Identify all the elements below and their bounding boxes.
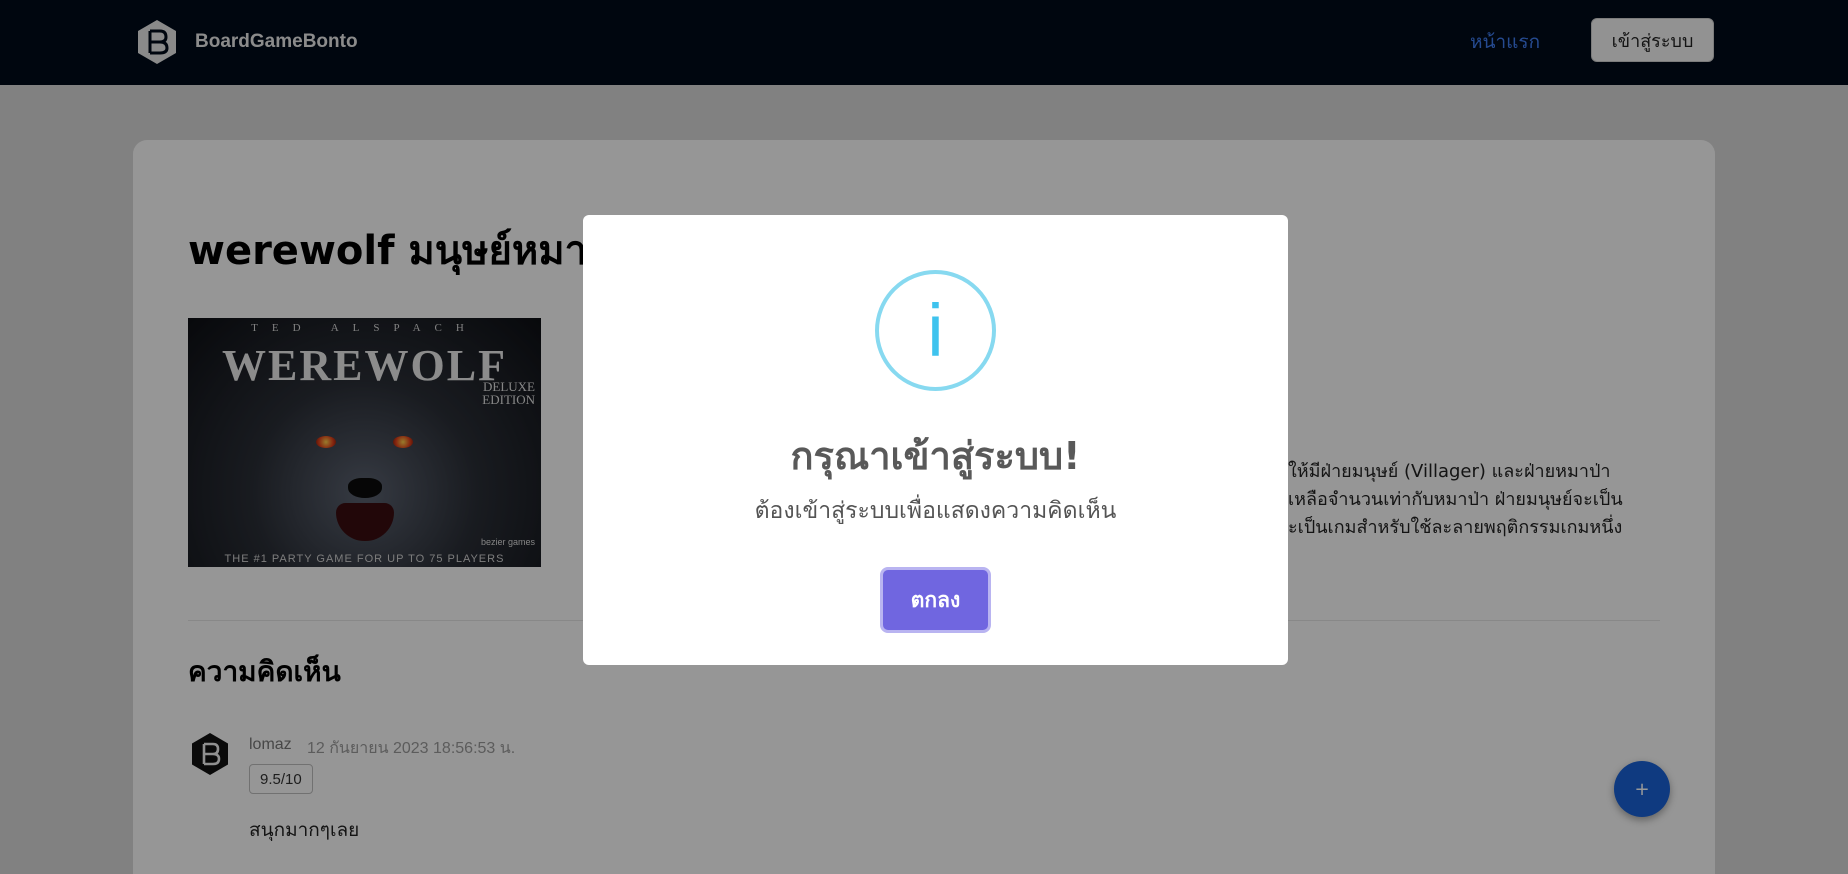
info-icon: i xyxy=(875,270,996,391)
dialog-title: กรุณาเข้าสู่ระบบ! xyxy=(790,434,1081,478)
login-required-dialog: i กรุณาเข้าสู่ระบบ! ต้องเข้าสู่ระบบเพื่อ… xyxy=(583,215,1288,665)
dialog-message: ต้องเข้าสู่ระบบเพื่อแสดงความคิดเห็น xyxy=(754,498,1117,524)
ok-button[interactable]: ตกลง xyxy=(880,567,991,633)
info-glyph: i xyxy=(927,289,944,372)
